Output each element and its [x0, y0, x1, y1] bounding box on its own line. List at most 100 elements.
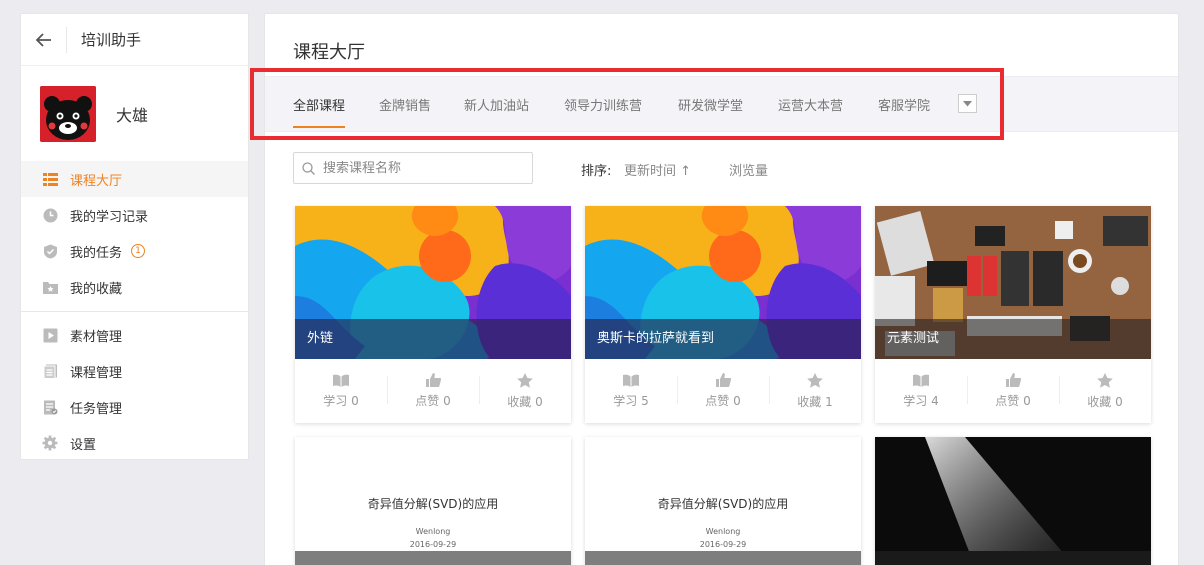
star-icon: [807, 372, 823, 388]
course-title: 外链: [295, 319, 571, 359]
course-card[interactable]: [875, 437, 1151, 565]
user-name: 大雄: [116, 105, 149, 125]
sidebar: 培训助手 大雄 课程大厅 我的学习记录 我的任务 1 我的收藏 素材管理 课程管…: [20, 13, 249, 460]
tab-rd-class[interactable]: 研发微学堂: [678, 95, 743, 114]
course-card[interactable]: 奇异值分解(SVD)的应用 Wenlong 2016-09-29: [585, 437, 861, 565]
star-icon: [517, 372, 533, 388]
course-card[interactable]: 奇异值分解(SVD)的应用 Wenlong 2016-09-29: [295, 437, 571, 565]
course-thumbnail: [875, 437, 1151, 565]
study-label: 学习 5: [613, 393, 649, 408]
thumbs-up-icon: [715, 373, 731, 387]
sidebar-item-label: 课程大厅: [70, 173, 123, 189]
sidebar-item-my-tasks[interactable]: 我的任务 1: [21, 233, 248, 269]
study-count[interactable]: 学习 0: [295, 359, 387, 423]
more-tabs-dropdown[interactable]: [958, 94, 977, 113]
arrow-left-icon: [35, 32, 51, 47]
sidebar-nav: 课程大厅 我的学习记录 我的任务 1 我的收藏 素材管理 课程管理 任务管理 设…: [21, 161, 248, 461]
course-thumbnail: 元素测试: [875, 206, 1151, 359]
caption-bar: [585, 551, 861, 565]
sidebar-divider: [21, 311, 248, 312]
fav-count[interactable]: 收藏 0: [1059, 359, 1151, 423]
course-title: 元素测试: [875, 319, 1151, 359]
sort-by-update-time[interactable]: 更新时间 ↑: [624, 160, 691, 179]
study-count[interactable]: 学习 4: [875, 359, 967, 423]
thumbs-up-icon: [425, 373, 441, 387]
course-stats: 学习 0 点赞 0 收藏 0: [295, 359, 571, 423]
sidebar-item-settings[interactable]: 设置: [21, 425, 248, 461]
search-box[interactable]: [293, 152, 533, 184]
study-label: 学习 4: [903, 393, 939, 408]
sidebar-item-label: 素材管理: [70, 329, 123, 345]
fav-label: 收藏 1: [797, 394, 833, 409]
check-shield-icon: [42, 243, 58, 259]
course-thumbnail: 奥斯卡的拉萨就看到: [585, 206, 861, 359]
search-input[interactable]: [323, 160, 513, 176]
tab-customer-service[interactable]: 客服学院: [878, 95, 930, 114]
fav-count[interactable]: 收藏 1: [769, 359, 861, 423]
like-label: 点赞 0: [995, 394, 1031, 408]
tab-leadership[interactable]: 领导力训练营: [564, 95, 642, 114]
gear-icon: [42, 435, 58, 451]
course-title: 奥斯卡的拉萨就看到: [585, 319, 861, 359]
sidebar-item-favorites[interactable]: 我的收藏: [21, 269, 248, 305]
sidebar-item-study-records[interactable]: 我的学习记录: [21, 197, 248, 233]
sidebar-item-label: 设置: [70, 437, 97, 453]
app-title: 培训助手: [81, 31, 142, 49]
course-stats: 学习 4 点赞 0 收藏 0: [875, 359, 1151, 423]
sidebar-item-label: 我的任务: [70, 245, 123, 261]
list-icon: [42, 171, 58, 187]
sidebar-header: 培训助手: [21, 14, 248, 66]
sort-label: 排序:: [581, 164, 612, 179]
sort-by-views[interactable]: 浏览量: [729, 160, 768, 179]
caption-bar: [295, 551, 571, 565]
course-stats: 学习 5 点赞 0 收藏 1: [585, 359, 861, 423]
book-icon: [333, 374, 349, 387]
tab-operations[interactable]: 运营大本营: [778, 95, 843, 114]
folder-star-icon: [42, 279, 58, 295]
document-icon: [42, 363, 58, 379]
like-count[interactable]: 点赞 0: [967, 359, 1059, 423]
task-list-icon: [42, 399, 58, 415]
course-card[interactable]: 外链 学习 0 点赞 0 收藏 0: [295, 206, 571, 423]
book-icon: [623, 374, 639, 387]
sidebar-item-label: 我的学习记录: [70, 209, 149, 225]
like-label: 点赞 0: [705, 394, 741, 408]
sidebar-item-task-management[interactable]: 任务管理: [21, 389, 248, 425]
course-thumbnail: 外链: [295, 206, 571, 359]
sidebar-item-label: 课程管理: [70, 365, 123, 381]
avatar[interactable]: [40, 85, 96, 142]
fav-label: 收藏 0: [1087, 394, 1123, 409]
back-button[interactable]: [21, 26, 67, 53]
study-label: 学习 0: [323, 393, 359, 408]
sidebar-item-course-hall[interactable]: 课程大厅: [21, 161, 248, 197]
tab-gold-sales[interactable]: 金牌销售: [379, 95, 431, 114]
like-label: 点赞 0: [415, 394, 451, 408]
doc-title: 奇异值分解(SVD)的应用: [657, 497, 789, 511]
sidebar-item-label: 任务管理: [70, 401, 123, 417]
like-count[interactable]: 点赞 0: [677, 359, 769, 423]
like-count[interactable]: 点赞 0: [387, 359, 479, 423]
tab-newcomer[interactable]: 新人加油站: [464, 95, 529, 114]
doc-title: 奇异值分解(SVD)的应用: [367, 497, 499, 511]
main-panel: 课程大厅 全部课程 金牌销售 新人加油站 领导力训练营 研发微学堂 运营大本营 …: [264, 13, 1179, 565]
media-icon: [42, 327, 58, 343]
fav-label: 收藏 0: [507, 394, 543, 409]
study-count[interactable]: 学习 5: [585, 359, 677, 423]
tab-all-courses[interactable]: 全部课程: [293, 95, 346, 128]
user-profile: 大雄: [21, 66, 248, 161]
thumbs-up-icon: [1005, 373, 1021, 387]
caret-down-icon: [963, 100, 972, 106]
sidebar-item-course-management[interactable]: 课程管理: [21, 353, 248, 389]
course-card[interactable]: 元素测试 学习 4 点赞 0 收藏 0: [875, 206, 1151, 423]
course-card[interactable]: 奥斯卡的拉萨就看到 学习 5 点赞 0 收藏 1: [585, 206, 861, 423]
doc-author: Wenlong: [415, 527, 451, 536]
clock-icon: [42, 207, 58, 223]
search-icon: [302, 161, 315, 175]
fav-count[interactable]: 收藏 0: [479, 359, 571, 423]
sidebar-item-materials[interactable]: 素材管理: [21, 317, 248, 353]
sidebar-item-label: 我的收藏: [70, 281, 123, 297]
task-count-badge: 1: [131, 244, 146, 258]
doc-author: Wenlong: [705, 527, 741, 536]
doc-date: 2016-09-29: [699, 540, 747, 549]
doc-date: 2016-09-29: [409, 540, 457, 549]
